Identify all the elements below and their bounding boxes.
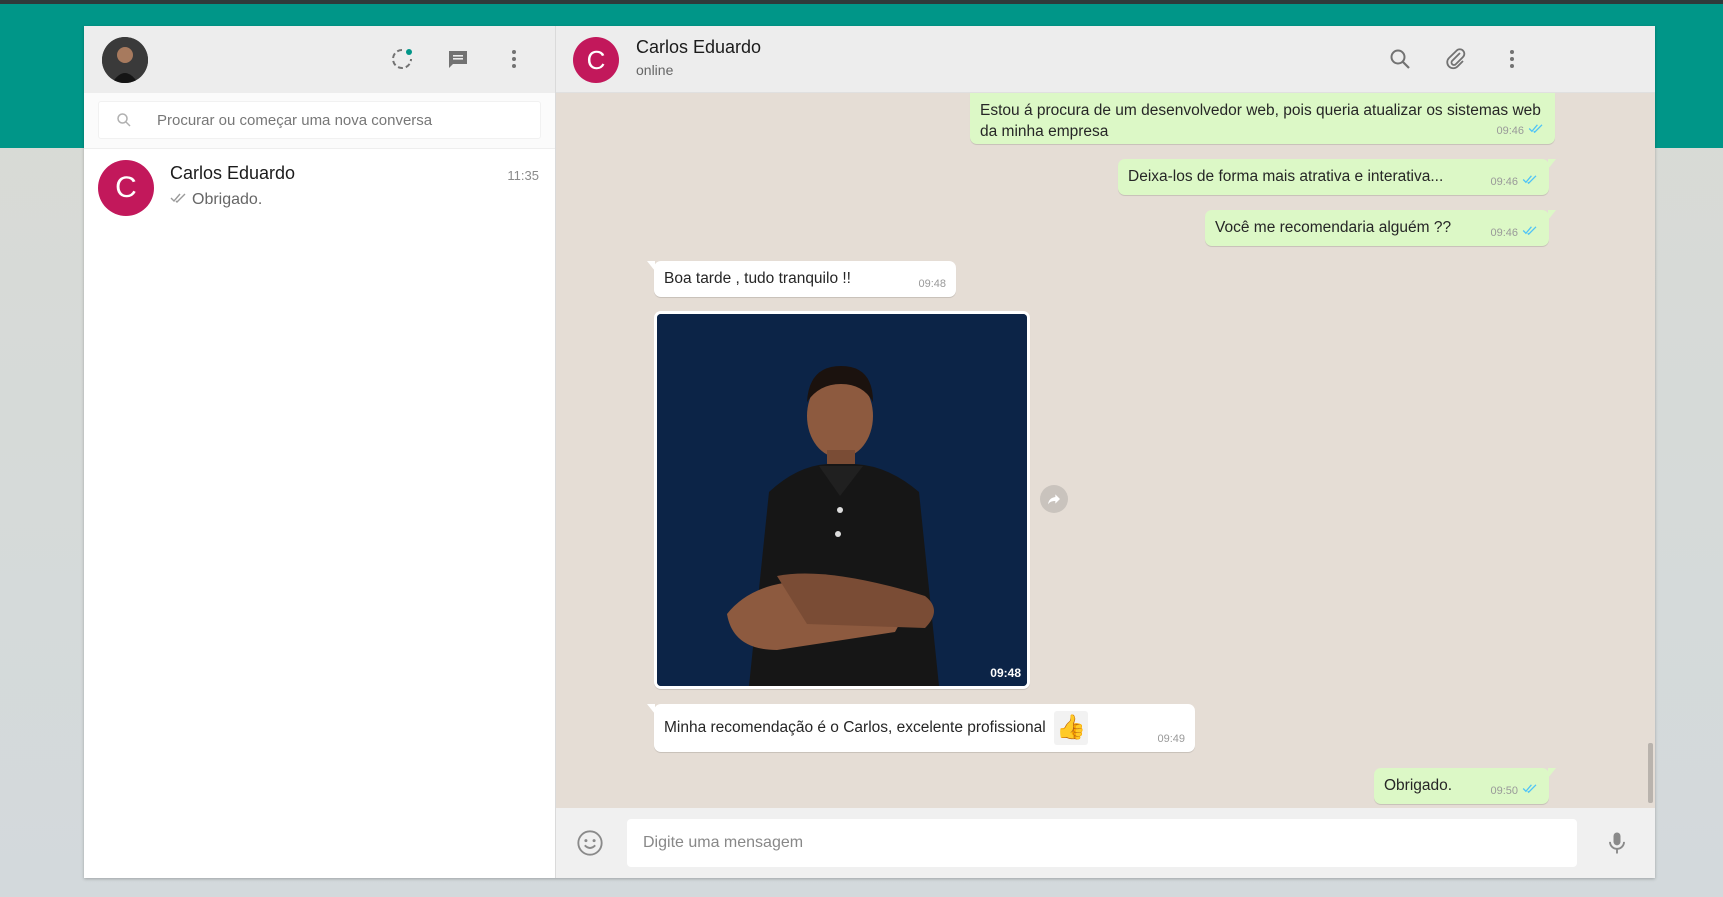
message-meta: 09:49 — [1157, 729, 1185, 750]
double-check-icon — [170, 191, 188, 209]
contact-name[interactable]: Carlos Eduardo — [636, 37, 761, 58]
message-time: 09:46 — [1490, 227, 1518, 239]
double-check-icon — [1522, 223, 1539, 244]
search-icon[interactable] — [1386, 45, 1414, 73]
contact-name: Carlos Eduardo — [170, 163, 296, 183]
message-time: 09:46 — [1490, 176, 1518, 188]
double-check-icon — [1522, 172, 1539, 193]
search-box[interactable] — [98, 101, 541, 139]
status-icon[interactable] — [388, 45, 416, 73]
chat-preview: Obrigado. — [170, 191, 262, 209]
incoming-message[interactable]: Minha recomendação é o Carlos, excelente… — [647, 704, 1195, 752]
list-item[interactable]: C Carlos Eduardo 11:35 Obrigado. — [84, 149, 555, 229]
search-icon — [115, 111, 133, 134]
app-window: C Carlos Eduardo 11:35 Obrigado. C Carlo… — [84, 26, 1655, 878]
search-input[interactable] — [157, 102, 537, 138]
message-text: Minha recomendação é o Carlos, excelente… — [664, 719, 1046, 737]
incoming-message[interactable]: Boa tarde , tudo tranquilo !! 09:48 — [647, 261, 956, 297]
message-meta: 09:48 — [918, 274, 946, 295]
chat-preview-text: Obrigado. — [192, 191, 263, 208]
message-time: 09:48 — [990, 666, 1021, 680]
message-time: 09:46 — [1496, 125, 1524, 137]
outgoing-message[interactable]: Estou á procura de um desenvolvedor web,… — [970, 93, 1555, 144]
contact-status: online — [636, 62, 674, 78]
search-bar — [84, 93, 555, 149]
composer — [556, 808, 1655, 878]
message-meta: 09:50 — [1490, 781, 1539, 802]
menu-dots-icon[interactable] — [500, 45, 528, 73]
thumbs-up-icon: 👍 — [1054, 711, 1088, 745]
message-meta: 09:46 — [1496, 121, 1545, 142]
forward-icon[interactable] — [1040, 485, 1068, 513]
message-input[interactable] — [627, 819, 1577, 867]
paperclip-icon[interactable] — [1442, 45, 1470, 73]
profile-photo[interactable]: 09:48 — [657, 314, 1027, 686]
outgoing-message[interactable]: Obrigado. 09:50 — [1374, 768, 1556, 804]
message-text: Obrigado. — [1384, 777, 1453, 794]
message-time: 09:48 — [918, 278, 946, 290]
new-chat-icon[interactable] — [444, 45, 472, 73]
emoji-icon[interactable] — [576, 829, 604, 862]
message-text: Boa tarde , tudo tranquilo !! — [664, 270, 851, 287]
message-text: Estou á procura de um desenvolvedor web,… — [980, 102, 1541, 140]
scrollbar[interactable] — [1648, 743, 1653, 803]
message-text: Você me recomendaria alguém ?? — [1215, 219, 1452, 236]
outgoing-message[interactable]: Você me recomendaria alguém ?? 09:46 — [1205, 210, 1556, 246]
chat-list: C Carlos Eduardo 11:35 Obrigado. — [84, 149, 555, 878]
message-time: 09:49 — [1157, 733, 1185, 745]
chat-time: 11:35 — [507, 168, 539, 183]
message-time: 09:50 — [1490, 785, 1518, 797]
mic-icon[interactable] — [1603, 828, 1631, 863]
contact-avatar: C — [98, 160, 154, 216]
my-avatar[interactable] — [102, 37, 148, 83]
outgoing-message[interactable]: Deixa-los de forma mais atrativa e inter… — [1118, 159, 1556, 195]
message-area[interactable]: Estou á procura de um desenvolvedor web,… — [556, 93, 1655, 808]
sidebar-header — [84, 26, 555, 93]
double-check-icon — [1522, 781, 1539, 802]
message-meta: 09:46 — [1490, 223, 1539, 244]
image-message[interactable]: 09:48 — [654, 311, 1030, 689]
conversation-header: C Carlos Eduardo online — [556, 26, 1655, 93]
conversation-panel: C Carlos Eduardo online Estou á procura … — [556, 26, 1655, 878]
double-check-icon — [1528, 121, 1545, 142]
menu-dots-icon[interactable] — [1498, 45, 1526, 73]
sidebar: C Carlos Eduardo 11:35 Obrigado. — [84, 26, 556, 878]
message-text: Deixa-los de forma mais atrativa e inter… — [1128, 168, 1444, 185]
message-meta: 09:46 — [1490, 172, 1539, 193]
contact-avatar[interactable]: C — [573, 37, 619, 83]
